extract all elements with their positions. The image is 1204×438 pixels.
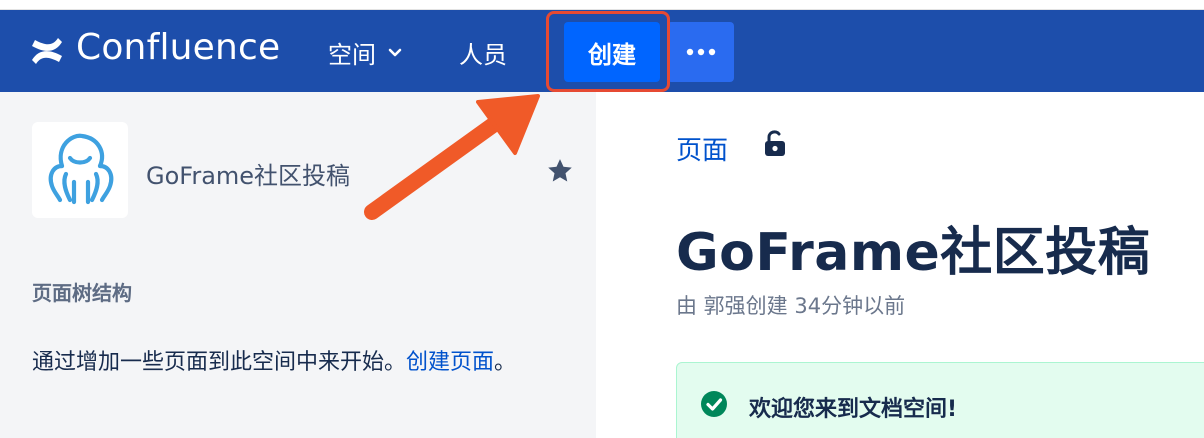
create-button[interactable]: 创建 xyxy=(564,22,660,82)
space-name[interactable]: GoFrame社区投稿 xyxy=(146,156,350,191)
empty-message-prefix: 通过增加一些页面到此空间中来开始。 xyxy=(32,350,407,375)
top-strip xyxy=(0,0,1204,10)
welcome-text: 欢迎您来到文档空间! xyxy=(749,397,958,422)
page-byline: 由 郭强创建 34分钟以前 xyxy=(676,294,906,318)
space-sidebar: GoFrame社区投稿 页面树结构 通过增加一些页面到此空间中来开始。创建页面。 xyxy=(0,92,596,438)
page-tree-heading: 页面树结构 xyxy=(32,281,132,305)
confluence-window: Confluence 空间 人员 创建 GoFrame社区投稿 页面树结构 通过… xyxy=(0,0,1204,438)
empty-tree-message: 通过增加一些页面到此空间中来开始。创建页面。 xyxy=(32,342,532,384)
page-title: GoFrame社区投稿 xyxy=(676,223,1151,283)
top-nav-bar: Confluence 空间 人员 创建 xyxy=(0,10,1204,92)
goframe-logo-icon xyxy=(48,133,114,205)
breadcrumb-pages-link[interactable]: 页面 xyxy=(676,130,728,167)
create-page-link[interactable]: 创建页面 xyxy=(406,350,494,375)
more-button[interactable] xyxy=(667,22,734,82)
chevron-down-icon xyxy=(388,48,402,57)
welcome-panel: 欢迎您来到文档空间! xyxy=(676,362,1204,438)
more-horizontal-icon xyxy=(686,48,715,56)
confluence-logo-icon[interactable] xyxy=(30,34,64,68)
main-content: 页面 GoFrame社区投稿 由 郭强创建 34分钟以前 欢迎您来到文档空间! xyxy=(596,92,1204,438)
confluence-wordmark[interactable]: Confluence xyxy=(76,27,280,68)
star-icon[interactable] xyxy=(545,156,575,186)
nav-spaces-dropdown[interactable]: 空间 xyxy=(328,36,402,69)
check-circle-icon xyxy=(701,391,727,417)
nav-people-link[interactable]: 人员 xyxy=(459,36,507,69)
space-avatar[interactable] xyxy=(32,122,128,218)
nav-spaces-label: 空间 xyxy=(328,40,376,69)
unlock-icon[interactable] xyxy=(762,128,788,158)
empty-message-suffix: 。 xyxy=(494,350,517,375)
